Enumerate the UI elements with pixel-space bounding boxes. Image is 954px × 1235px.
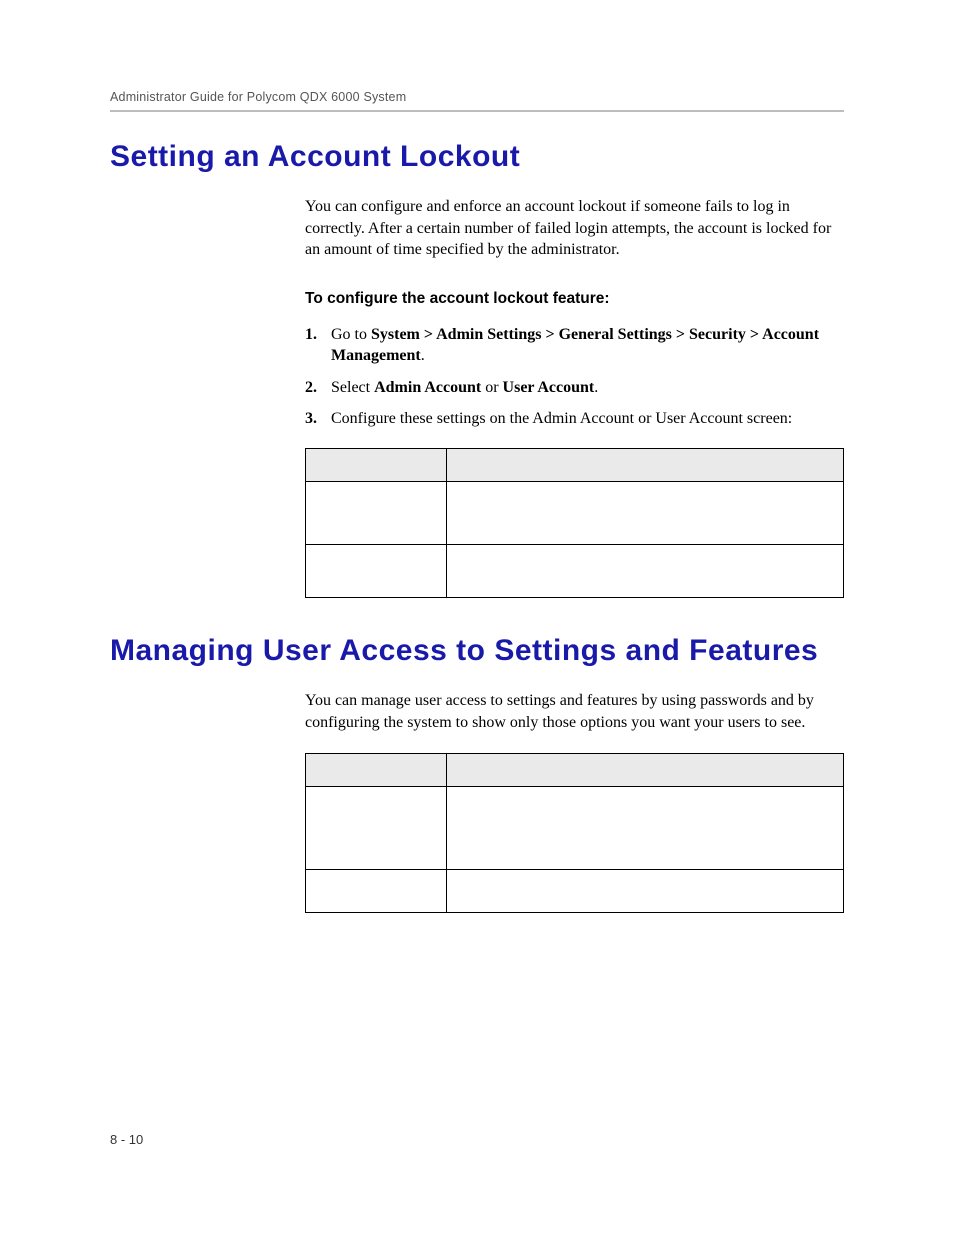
table-row [306,545,844,598]
step-text: Go to System > Admin Settings > General … [331,324,844,367]
section-heading-access: Managing User Access to Settings and Fea… [110,634,844,668]
table-row [306,870,844,913]
table-cell [306,545,447,598]
table-cell [306,482,447,545]
table-cell [306,870,447,913]
table-cell [306,787,447,870]
table-row [306,482,844,545]
step-number: 3. [305,408,331,430]
step-text: Configure these settings on the Admin Ac… [331,408,844,430]
table-header-cell [306,754,447,787]
intro-paragraph: You can configure and enforce an account… [305,196,844,261]
table-header-cell [306,449,447,482]
step-3: 3. Configure these settings on the Admin… [305,408,844,430]
procedure-heading: To configure the account lockout feature… [305,289,844,310]
table-row [306,787,844,870]
step-number: 2. [305,377,331,399]
header-rule [110,110,844,112]
access-settings-table [305,753,844,913]
section1-body: You can configure and enforce an account… [305,196,844,598]
table-cell [447,787,844,870]
page-number: 8 - 10 [110,1132,143,1147]
step-text: Select Admin Account or User Account. [331,377,844,399]
step-1: 1. Go to System > Admin Settings > Gener… [305,324,844,367]
lockout-settings-table [305,448,844,598]
step-number: 1. [305,324,331,367]
section-heading-lockout: Setting an Account Lockout [110,140,844,174]
intro-paragraph: You can manage user access to settings a… [305,690,844,733]
procedure-steps: 1. Go to System > Admin Settings > Gener… [305,324,844,430]
table-cell [447,545,844,598]
table-cell [447,870,844,913]
section2-body: You can manage user access to settings a… [305,690,844,913]
running-header: Administrator Guide for Polycom QDX 6000… [110,90,844,104]
table-cell [447,482,844,545]
table-header-cell [447,449,844,482]
step-2: 2. Select Admin Account or User Account. [305,377,844,399]
table-header-cell [447,754,844,787]
table-header-row [306,449,844,482]
document-page: Administrator Guide for Polycom QDX 6000… [0,0,954,1235]
table-header-row [306,754,844,787]
